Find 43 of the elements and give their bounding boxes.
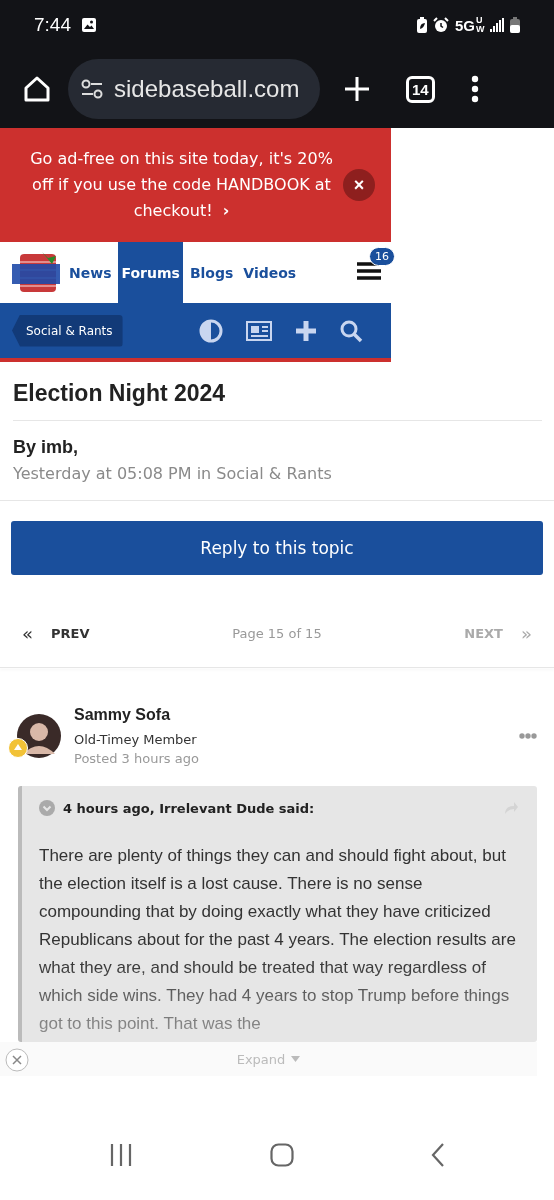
signal-icon <box>490 18 504 32</box>
search-icon[interactable] <box>339 318 363 343</box>
badge-icon <box>8 738 28 758</box>
home-icon[interactable] <box>22 75 52 103</box>
close-icon[interactable] <box>5 1048 29 1072</box>
battery-icon <box>510 17 520 33</box>
promo-text[interactable]: Go ad-free on this site today, it's 20% off if you use the code HANDBOOK at checkout! › <box>26 146 337 224</box>
quote-text: There are plenty of things they can and should fight about, but the election itself is a lost cause. There is no sense compounding that by doing exactly what they have criticized Republicans about for the past 4 years. The election results are what they are, and should be treated that way regardless of which side wins. They had 4 years to stop Trump before things got to this point. That was the <box>39 845 517 1035</box>
image-icon <box>81 17 97 33</box>
more-icon[interactable] <box>470 75 479 103</box>
close-button[interactable]: × <box>343 169 375 201</box>
battery-saver-icon <box>417 17 427 33</box>
nav-tab[interactable]: News <box>66 242 115 303</box>
home-button-icon[interactable] <box>270 1143 294 1167</box>
recent-apps-icon[interactable] <box>108 1144 133 1166</box>
prev-link[interactable]: PREV <box>51 625 90 641</box>
member-rank: Old-Timey Member <box>74 732 198 747</box>
more-options-icon[interactable] <box>519 733 537 739</box>
back-icon[interactable] <box>431 1143 446 1167</box>
status-time: 7:44 <box>34 14 71 36</box>
nav-tab[interactable]: Blogs <box>186 242 237 303</box>
topic-author[interactable]: By imb, <box>13 437 542 458</box>
menu-icon[interactable] <box>357 260 381 281</box>
breadcrumb-link[interactable]: Social & Rants <box>12 314 123 347</box>
contrast-icon[interactable] <box>199 318 223 343</box>
topic-title: Election Night 2024 <box>13 380 227 407</box>
quote-citation: 4 hours ago, Irrelevant Dude said: <box>63 800 315 816</box>
plus-icon[interactable] <box>295 319 317 342</box>
post-author[interactable]: Sammy Sofa <box>74 706 506 724</box>
notification-badge: 16 <box>369 246 395 266</box>
new-tab-icon[interactable] <box>344 76 370 102</box>
newspaper-icon[interactable] <box>245 319 273 342</box>
nav-tab[interactable]: Videos <box>240 242 300 303</box>
url-text: sidebaseball.com <box>114 75 300 103</box>
post-time: Posted 3 hours ago <box>74 751 200 766</box>
address-bar[interactable]: sidebaseball.com <box>68 59 320 119</box>
prev-arrow[interactable]: « <box>22 622 33 644</box>
reply-button[interactable]: Reply to this topic <box>11 521 543 575</box>
site-settings-icon[interactable] <box>80 79 104 99</box>
topic-meta: Yesterday at 05:08 PM in Social & Rants <box>13 464 333 483</box>
tab-count-button[interactable]: 14 <box>406 75 435 103</box>
nav-tab[interactable]: Forums <box>118 242 183 303</box>
alarm-icon <box>433 17 449 33</box>
